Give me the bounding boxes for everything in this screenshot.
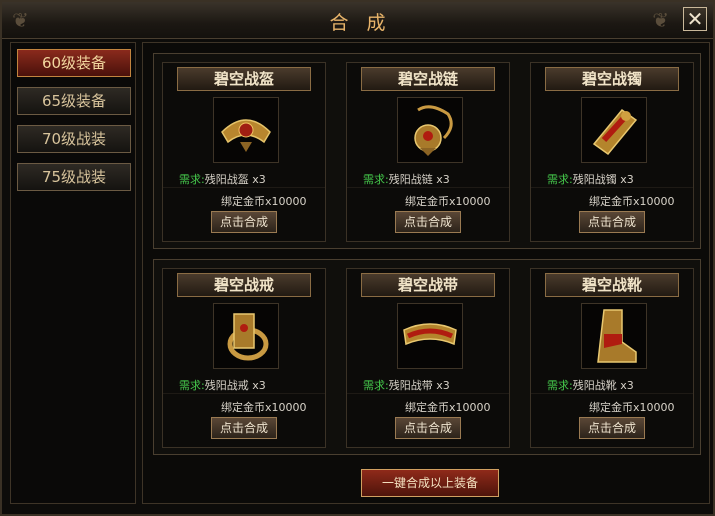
bracelet-icon [592,108,638,156]
title-bar: ❦ 合成 ❦ ✕ [2,2,713,39]
divider [531,393,693,394]
requirement-text: 需求:残阳战戒 x3 [179,377,266,393]
item-slot[interactable] [581,303,647,369]
requirement-label: 需求: [547,379,573,392]
item-card-necklace: 碧空战链 需求:残阳战链 x3 绑定金币x10000 点击合成 [346,62,510,242]
item-slot[interactable] [213,303,279,369]
gold-cost: 绑定金币x10000 [221,401,307,414]
item-name: 碧空战盔 [177,67,311,91]
gold-cost: 绑定金币x10000 [589,195,675,208]
gold-cost: 绑定金币x10000 [221,195,307,208]
item-name: 碧空战镯 [545,67,679,91]
requirement-value: 残阳战镯 x3 [572,173,634,186]
synthesis-window: ❦ 合成 ❦ ✕ 60级装备 65级装备 70级战装 75级战装 碧空战盔 需求… [0,0,715,516]
item-name: 碧空战靴 [545,273,679,297]
item-slot[interactable] [581,97,647,163]
item-card-bracelet: 碧空战镯 需求:残阳战镯 x3 绑定金币x10000 点击合成 [530,62,694,242]
item-card-ring: 碧空战戒 需求:残阳战戒 x3 绑定金币x10000 点击合成 [162,268,326,448]
item-slot[interactable] [397,97,463,163]
gold-cost: 绑定金币x10000 [405,401,491,414]
requirement-text: 需求:残阳战链 x3 [363,171,450,187]
helmet-icon [221,119,271,152]
combine-all-button[interactable]: 一键合成以上装备 [361,469,499,497]
requirement-value: 残阳战盔 x3 [204,173,266,186]
close-button[interactable]: ✕ [683,7,707,31]
synthesize-button[interactable]: 点击合成 [395,211,461,233]
tab-level-65[interactable]: 65级装备 [17,87,131,115]
ornament-right-icon: ❦ [652,8,669,32]
synthesize-button[interactable]: 点击合成 [579,211,645,233]
requirement-label: 需求: [179,173,205,186]
requirement-label: 需求: [547,173,573,186]
requirement-value: 残阳战靴 x3 [572,379,634,392]
requirement-value: 残阳战链 x3 [388,173,450,186]
level-sidebar: 60级装备 65级装备 70级战装 75级战装 [10,42,136,504]
tab-level-70[interactable]: 70级战装 [17,125,131,153]
divider [163,393,325,394]
item-panel: 碧空战盔 需求:残阳战盔 x3 绑定金币x10000 点击合成 碧空战链 需求:… [142,42,710,504]
necklace-icon [414,105,453,156]
item-card-helmet: 碧空战盔 需求:残阳战盔 x3 绑定金币x10000 点击合成 [162,62,326,242]
requirement-label: 需求: [179,379,205,392]
item-name: 碧空战链 [361,67,495,91]
item-name: 碧空战戒 [177,273,311,297]
requirement-value: 残阳战带 x3 [388,379,450,392]
synthesize-button[interactable]: 点击合成 [211,417,277,439]
requirement-value: 残阳战戒 x3 [204,379,266,392]
item-card-belt: 碧空战带 需求:残阳战带 x3 绑定金币x10000 点击合成 [346,268,510,448]
requirement-label: 需求: [363,173,389,186]
requirement-text: 需求:残阳战带 x3 [363,377,450,393]
requirement-text: 需求:残阳战盔 x3 [179,171,266,187]
item-name: 碧空战带 [361,273,495,297]
divider [163,187,325,188]
item-group-bottom: 碧空战戒 需求:残阳战戒 x3 绑定金币x10000 点击合成 碧空战带 需求:… [153,259,701,455]
synthesize-button[interactable]: 点击合成 [211,211,277,233]
requirement-text: 需求:残阳战镯 x3 [547,171,634,187]
requirement-text: 需求:残阳战靴 x3 [547,377,634,393]
item-card-boots: 碧空战靴 需求:残阳战靴 x3 绑定金币x10000 点击合成 [530,268,694,448]
boots-icon [597,309,637,363]
ring-icon [227,313,269,361]
divider [531,187,693,188]
requirement-label: 需求: [363,379,389,392]
tab-level-60[interactable]: 60级装备 [17,49,131,77]
divider [347,393,509,394]
synthesize-button[interactable]: 点击合成 [395,417,461,439]
belt-icon [403,323,457,346]
item-slot[interactable] [397,303,463,369]
item-slot[interactable] [213,97,279,163]
window-title: 合成 [329,12,404,34]
tab-level-75[interactable]: 75级战装 [17,163,131,191]
item-group-top: 碧空战盔 需求:残阳战盔 x3 绑定金币x10000 点击合成 碧空战链 需求:… [153,53,701,249]
gold-cost: 绑定金币x10000 [589,401,675,414]
synthesize-button[interactable]: 点击合成 [579,417,645,439]
divider [347,187,509,188]
gold-cost: 绑定金币x10000 [405,195,491,208]
